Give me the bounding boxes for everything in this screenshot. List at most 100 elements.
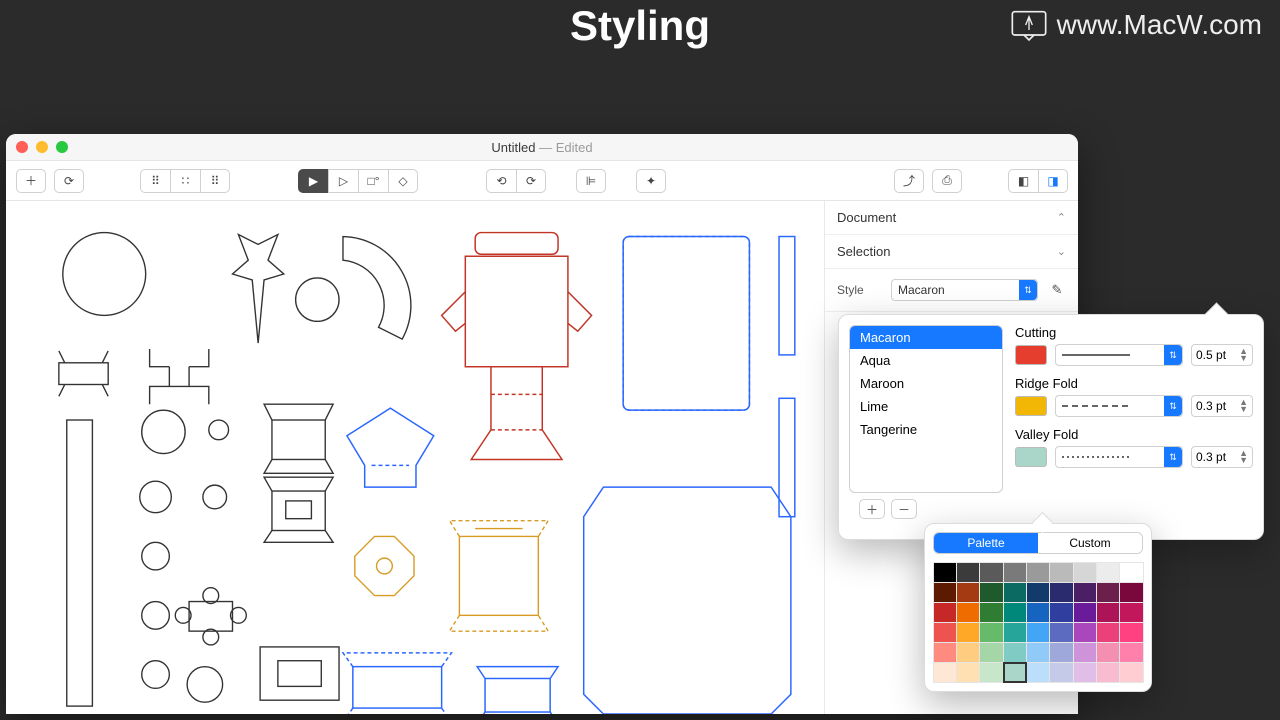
color-swatch[interactable] <box>956 622 980 643</box>
add-preset-button[interactable]: ＋ <box>859 499 885 519</box>
right-panel-button[interactable]: ◨ <box>1038 169 1068 193</box>
color-swatch[interactable] <box>979 602 1003 623</box>
color-swatch[interactable] <box>956 662 980 683</box>
color-swatch[interactable] <box>933 582 957 603</box>
preset-item[interactable]: Macaron <box>850 326 1002 349</box>
ridge-dash-select[interactable]: ⇅ <box>1055 395 1183 417</box>
color-swatch[interactable] <box>1049 562 1073 583</box>
color-swatch[interactable] <box>1003 662 1027 683</box>
color-swatch[interactable] <box>1096 662 1120 683</box>
valley-color-swatch[interactable] <box>1015 447 1047 467</box>
color-swatch[interactable] <box>979 582 1003 603</box>
rotate-cw-button[interactable]: ⟳ <box>516 169 546 193</box>
shape-tool-button[interactable]: □° <box>358 169 388 193</box>
color-swatch[interactable] <box>979 642 1003 663</box>
color-swatch[interactable] <box>1119 622 1143 643</box>
color-swatch[interactable] <box>1049 622 1073 643</box>
color-swatch[interactable] <box>1026 582 1050 603</box>
color-swatch[interactable] <box>1003 602 1027 623</box>
erase-tool-button[interactable]: ◇ <box>388 169 418 193</box>
color-swatch[interactable] <box>1026 562 1050 583</box>
preset-item[interactable]: Tangerine <box>850 418 1002 441</box>
color-swatch[interactable] <box>1073 622 1097 643</box>
cursor-outline-icon: ▷ <box>339 174 348 188</box>
refresh-button[interactable]: ⟳ <box>54 169 84 193</box>
color-swatch[interactable] <box>1003 562 1027 583</box>
move-tool-button[interactable]: ▶ <box>298 169 328 193</box>
color-swatch[interactable] <box>979 662 1003 683</box>
color-swatch[interactable] <box>933 602 957 623</box>
add-button[interactable]: ＋ <box>16 169 46 193</box>
color-swatch[interactable] <box>1096 642 1120 663</box>
cutting-color-swatch[interactable] <box>1015 345 1047 365</box>
ridge-size-input[interactable]: 0.3 pt▲▼ <box>1191 395 1253 417</box>
color-swatch[interactable] <box>1119 642 1143 663</box>
grid-small-button[interactable]: ⠿ <box>140 169 170 193</box>
tab-custom[interactable]: Custom <box>1038 533 1142 553</box>
color-swatch[interactable] <box>933 622 957 643</box>
style-select[interactable]: Macaron ⇅ <box>891 279 1038 301</box>
color-swatch[interactable] <box>1049 582 1073 603</box>
color-swatch[interactable] <box>1003 622 1027 643</box>
color-swatch[interactable] <box>1119 582 1143 603</box>
color-swatch[interactable] <box>956 642 980 663</box>
color-swatch[interactable] <box>1026 602 1050 623</box>
color-swatch[interactable] <box>979 622 1003 643</box>
canvas[interactable] <box>6 201 824 714</box>
preset-list[interactable]: Macaron Aqua Maroon Lime Tangerine <box>849 325 1003 493</box>
preset-item[interactable]: Maroon <box>850 372 1002 395</box>
preset-item[interactable]: Lime <box>850 395 1002 418</box>
ridge-group: Ridge Fold ⇅ 0.3 pt▲▼ <box>1015 376 1253 417</box>
share-button[interactable]: ⤴ <box>894 169 924 193</box>
preset-item[interactable]: Aqua <box>850 349 1002 372</box>
color-swatch[interactable] <box>1119 562 1143 583</box>
color-swatch[interactable] <box>1096 562 1120 583</box>
section-document[interactable]: Document⌃ <box>825 201 1078 235</box>
color-swatch[interactable] <box>979 562 1003 583</box>
color-swatch[interactable] <box>1073 662 1097 683</box>
edit-style-button[interactable]: ✎ <box>1048 281 1066 299</box>
color-swatch[interactable] <box>1003 582 1027 603</box>
color-swatch[interactable] <box>1096 582 1120 603</box>
rotate-ccw-button[interactable]: ⟲ <box>486 169 516 193</box>
print-button[interactable]: ⎙ <box>932 169 962 193</box>
color-swatch[interactable] <box>1026 642 1050 663</box>
grid-dots-button[interactable]: ∷ <box>170 169 200 193</box>
color-swatch[interactable] <box>956 562 980 583</box>
color-swatch[interactable] <box>933 562 957 583</box>
grid-large-button[interactable]: ⠿ <box>200 169 230 193</box>
section-selection[interactable]: Selection⌄ <box>825 235 1078 269</box>
align-button[interactable]: ⊫ <box>576 169 606 193</box>
tab-palette[interactable]: Palette <box>934 533 1038 553</box>
cutting-size-input[interactable]: 0.5 pt▲▼ <box>1191 344 1253 366</box>
color-swatch[interactable] <box>956 602 980 623</box>
color-grid[interactable] <box>933 562 1143 683</box>
color-swatch[interactable] <box>1073 562 1097 583</box>
color-swatch[interactable] <box>1073 582 1097 603</box>
left-panel-button[interactable]: ◧ <box>1008 169 1038 193</box>
color-swatch[interactable] <box>1119 602 1143 623</box>
palette-tabs[interactable]: Palette Custom <box>933 532 1143 554</box>
direct-select-tool-button[interactable]: ▷ <box>328 169 358 193</box>
color-swatch[interactable] <box>1119 662 1143 683</box>
valley-size-input[interactable]: 0.3 pt▲▼ <box>1191 446 1253 468</box>
color-swatch[interactable] <box>1003 642 1027 663</box>
color-swatch[interactable] <box>1049 642 1073 663</box>
color-swatch[interactable] <box>1073 642 1097 663</box>
color-swatch[interactable] <box>1049 662 1073 683</box>
color-swatch[interactable] <box>933 642 957 663</box>
valley-dash-select[interactable]: ⇅ <box>1055 446 1183 468</box>
ridge-color-swatch[interactable] <box>1015 396 1047 416</box>
color-swatch[interactable] <box>933 662 957 683</box>
color-swatch[interactable] <box>1026 622 1050 643</box>
cutting-dash-select[interactable]: ⇅ <box>1055 344 1183 366</box>
color-swatch[interactable] <box>1049 602 1073 623</box>
style-popover: Macaron Aqua Maroon Lime Tangerine ＋ － C… <box>838 314 1264 540</box>
color-swatch[interactable] <box>1096 602 1120 623</box>
magic-button[interactable]: ✦ <box>636 169 666 193</box>
color-swatch[interactable] <box>1073 602 1097 623</box>
color-swatch[interactable] <box>956 582 980 603</box>
color-swatch[interactable] <box>1026 662 1050 683</box>
color-swatch[interactable] <box>1096 622 1120 643</box>
remove-preset-button[interactable]: － <box>891 499 917 519</box>
